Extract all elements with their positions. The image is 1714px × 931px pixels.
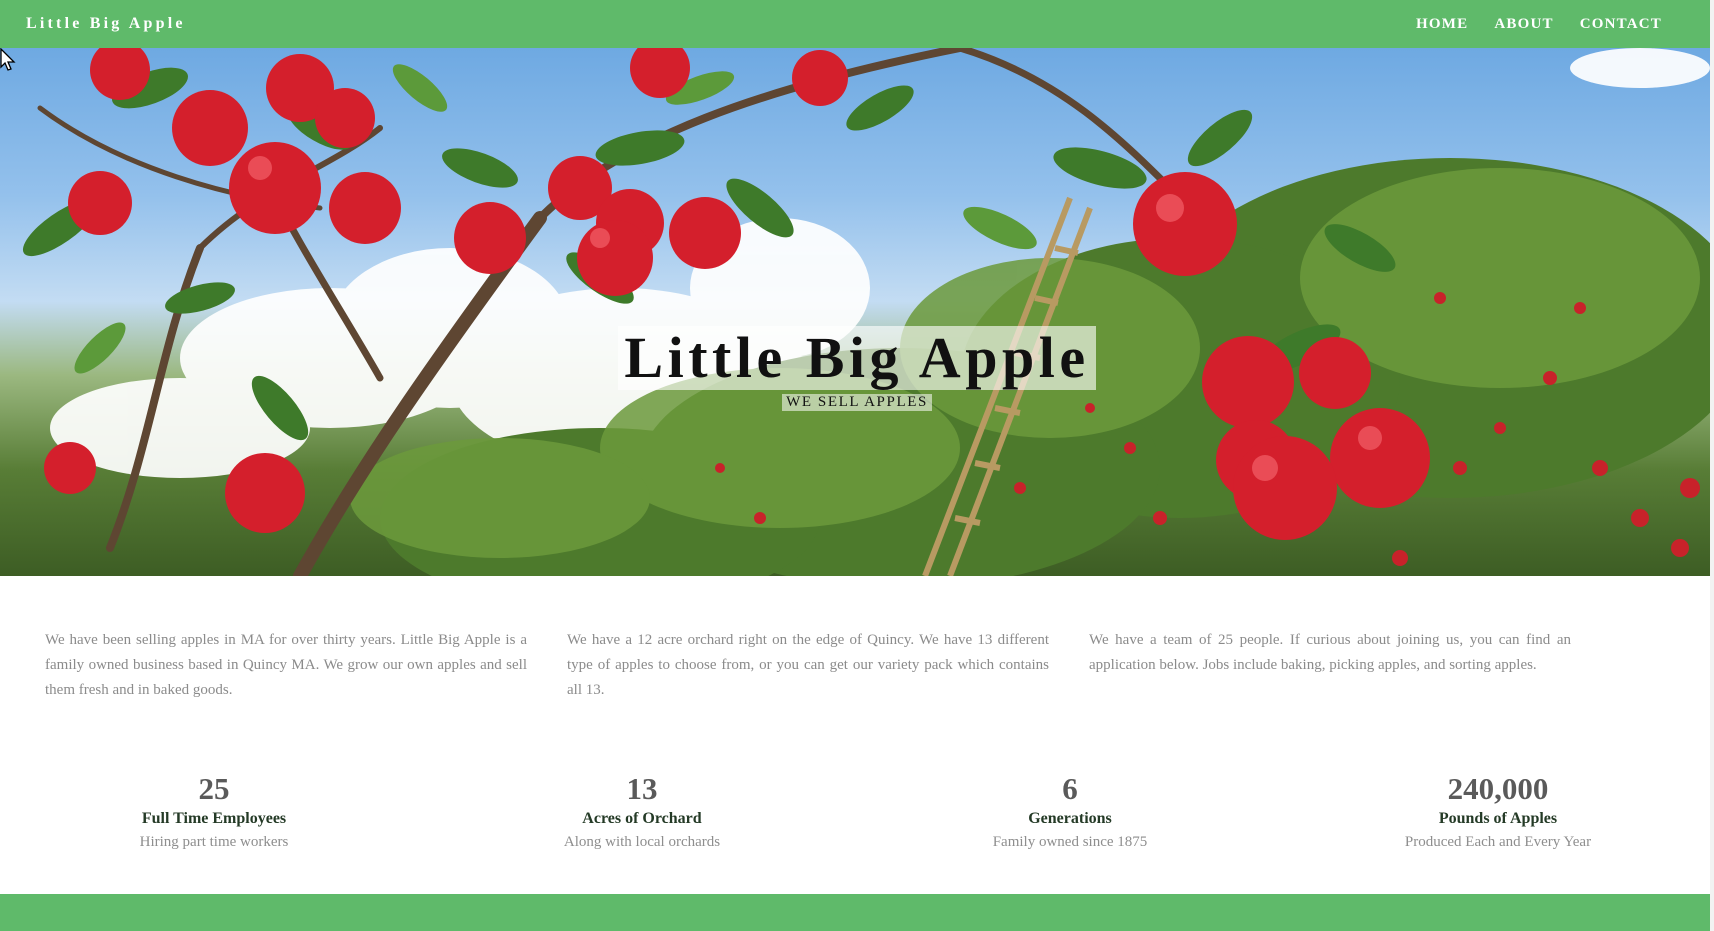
brand-logo-text[interactable]: Little Big Apple [26, 15, 186, 33]
hero-title: Little Big Apple [618, 326, 1096, 390]
stat-label: Generations [1028, 810, 1112, 827]
nav-link-about[interactable]: ABOUT [1494, 16, 1553, 33]
hero-orchard-image [22, 48, 1714, 576]
footer-bar [0, 894, 1714, 931]
stat-caption: Along with local orchards [563, 834, 721, 850]
nav-link-contact[interactable]: CONTACT [1580, 16, 1662, 33]
stat-pounds: 240,000 Pounds of Apples Produced Each a… [1284, 770, 1712, 854]
stat-label: Acres of Orchard [582, 810, 702, 827]
stat-generations: 6 Generations Family owned since 1875 [856, 770, 1284, 854]
stat-caption: Hiring part time workers [139, 834, 289, 850]
stat-label: Full Time Employees [141, 810, 287, 827]
nav-links: HOME ABOUT CONTACT [1416, 16, 1662, 33]
nav-link-home[interactable]: HOME [1416, 16, 1468, 33]
intro-paragraph-orchard: We have a 12 acre orchard right on the e… [567, 632, 1049, 698]
hero-subtitle: WE SELL APPLES [782, 394, 932, 411]
mouse-cursor-icon [0, 48, 16, 71]
intro-paragraph-team: We have a team of 25 people. If curious … [1089, 632, 1571, 673]
page: Little Big Apple HOME ABOUT CONTACT Litt… [0, 0, 1714, 931]
stat-number: 240,000 [1447, 771, 1549, 806]
stat-acres: 13 Acres of Orchard Along with local orc… [428, 770, 856, 854]
stat-caption: Family owned since 1875 [992, 834, 1148, 850]
hero-banner: Little Big Apple WE SELL APPLES [0, 48, 1714, 576]
window-edge [1710, 0, 1714, 931]
hero-heading-group: Little Big Apple WE SELL APPLES [0, 326, 1714, 411]
stat-number: 25 [198, 771, 230, 806]
stat-number: 6 [1062, 771, 1078, 806]
top-navbar: Little Big Apple HOME ABOUT CONTACT [0, 0, 1714, 48]
intro-paragraph-history: We have been selling apples in MA for ov… [45, 632, 527, 698]
stat-label: Pounds of Apples [1438, 810, 1558, 827]
stat-number: 13 [626, 771, 658, 806]
stat-employees: 25 Full Time Employees Hiring part time … [0, 770, 428, 854]
stat-caption: Produced Each and Every Year [1404, 834, 1592, 850]
